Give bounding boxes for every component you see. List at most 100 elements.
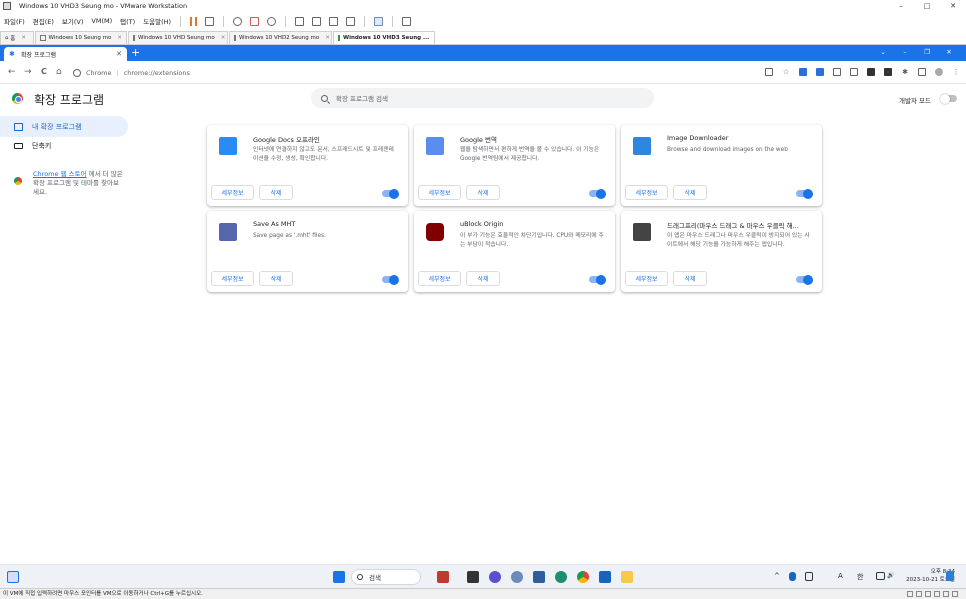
reload-button[interactable]: C xyxy=(41,67,47,77)
menu-view[interactable]: 보기(V) xyxy=(58,16,87,26)
network-adapter-icon[interactable] xyxy=(925,591,931,597)
thumbnail-view-icon[interactable] xyxy=(312,16,322,26)
save-as-mht-icon[interactable] xyxy=(833,68,841,76)
notification-icon[interactable] xyxy=(946,571,954,581)
url-text[interactable]: chrome://extensions xyxy=(124,69,190,77)
details-button[interactable]: 세부정보 xyxy=(211,185,254,200)
home-button[interactable]: ⌂ xyxy=(56,67,62,77)
ime-mode-korean[interactable]: 한 xyxy=(857,572,863,582)
sound-icon[interactable] xyxy=(943,591,949,597)
enable-toggle[interactable] xyxy=(796,188,813,199)
remove-button[interactable]: 삭제 xyxy=(673,271,707,286)
more-menu-icon[interactable]: ⋮ xyxy=(952,68,960,76)
details-button[interactable]: 세부정보 xyxy=(418,271,461,286)
remove-button[interactable]: 삭제 xyxy=(466,185,500,200)
vmware-tab-vm2[interactable]: Windows 10 VHD Seung mo ✕ xyxy=(128,31,228,44)
revert-snapshot-icon[interactable] xyxy=(250,16,260,26)
clipboard-icon[interactable] xyxy=(805,572,813,581)
store-icon[interactable] xyxy=(533,571,545,583)
menu-help[interactable]: 도움말(H) xyxy=(139,16,175,26)
details-button[interactable]: 세부정보 xyxy=(625,185,668,200)
google-translate-icon[interactable] xyxy=(799,68,807,76)
profile-avatar-icon[interactable] xyxy=(935,68,943,76)
menu-file[interactable]: 파일(F) xyxy=(0,16,29,26)
details-button[interactable]: 세부정보 xyxy=(625,271,668,286)
vmware-tab-home[interactable]: ⌂ 홈 ✕ xyxy=(0,31,34,44)
enable-toggle[interactable] xyxy=(382,274,399,285)
stretch-guest-icon[interactable] xyxy=(402,16,412,26)
console-view-icon[interactable] xyxy=(374,16,384,26)
chrome-tab-extensions[interactable]: ✱ 확장 프로그램 ✕ xyxy=(4,47,127,61)
maximize-button[interactable]: □ xyxy=(914,0,940,12)
menu-vm[interactable]: VM(M) xyxy=(87,17,116,25)
dragfree-icon[interactable] xyxy=(867,68,875,76)
minimize-button[interactable]: – xyxy=(888,0,914,12)
send-keys-icon[interactable] xyxy=(205,16,215,26)
chrome-icon[interactable] xyxy=(577,571,589,583)
close-button[interactable]: ✕ xyxy=(938,47,960,57)
web-store-link[interactable]: Chrome 웹 스토어 xyxy=(33,170,87,178)
file-explorer-icon[interactable] xyxy=(621,571,633,583)
colorful-app-icon[interactable] xyxy=(437,571,449,583)
restore-button[interactable]: ❐ xyxy=(916,47,938,57)
pause-icon[interactable] xyxy=(190,16,198,26)
start-icon[interactable] xyxy=(333,571,345,583)
volume-icon[interactable]: 🔊 xyxy=(887,572,894,579)
full-screen-icon[interactable] xyxy=(329,16,339,26)
remove-button[interactable]: 삭제 xyxy=(466,271,500,286)
network-icon[interactable] xyxy=(876,572,885,580)
display-icon[interactable] xyxy=(952,591,958,597)
ublock-icon[interactable] xyxy=(884,68,892,76)
details-button[interactable]: 세부정보 xyxy=(211,271,254,286)
edge-icon[interactable] xyxy=(555,571,567,583)
enable-toggle[interactable] xyxy=(589,274,606,285)
new-tab-button[interactable]: + xyxy=(131,47,140,59)
close-icon[interactable]: ✕ xyxy=(325,35,330,41)
unity-icon[interactable] xyxy=(346,16,356,26)
hdd-icon[interactable] xyxy=(907,591,913,597)
close-icon[interactable]: ✕ xyxy=(117,35,122,41)
taskbar-search[interactable]: 검색 xyxy=(351,569,421,585)
address-bar[interactable]: Chrome | chrome://extensions xyxy=(73,66,473,80)
vmware-tab-vm1[interactable]: Windows 10 Seung mo ✕ xyxy=(35,31,127,44)
feather-app-icon[interactable] xyxy=(599,571,611,583)
sidebar-item-my-extensions[interactable]: 내 확장 프로그램 xyxy=(0,116,128,137)
bluetooth-icon[interactable] xyxy=(789,572,796,581)
snapshot-icon[interactable] xyxy=(233,16,243,26)
side-panel-icon[interactable] xyxy=(918,68,926,76)
close-icon[interactable]: ✕ xyxy=(116,50,122,58)
image-downloader-icon[interactable] xyxy=(816,68,824,76)
details-button[interactable]: 세부정보 xyxy=(418,185,461,200)
bookmark-star-icon[interactable]: ☆ xyxy=(782,68,790,76)
close-icon[interactable]: ✕ xyxy=(221,35,226,41)
vmware-tab-vm4[interactable]: Windows 10 VHD3 Seung ...✕ xyxy=(333,31,435,44)
tray-chevron-icon[interactable]: ^ xyxy=(774,572,780,580)
close-icon[interactable]: ✕ xyxy=(21,35,26,41)
dev-mode-toggle[interactable] xyxy=(940,93,957,104)
ime-mode-a[interactable]: A xyxy=(838,572,843,580)
back-button[interactable]: ← xyxy=(8,67,16,77)
task-view-icon[interactable] xyxy=(467,571,479,583)
cdrom-icon[interactable] xyxy=(916,591,922,597)
forward-button[interactable]: → xyxy=(24,67,32,77)
remove-button[interactable]: 삭제 xyxy=(259,185,293,200)
remove-button[interactable]: 삭제 xyxy=(259,271,293,286)
minimize-button[interactable]: – xyxy=(894,47,916,57)
enable-toggle[interactable] xyxy=(382,188,399,199)
extensions-puzzle-icon[interactable]: ✱ xyxy=(901,68,909,76)
remove-button[interactable]: 삭제 xyxy=(673,185,707,200)
settings-gear-icon[interactable] xyxy=(511,571,523,583)
snapshot-manager-icon[interactable] xyxy=(267,16,277,26)
chat-icon[interactable] xyxy=(489,571,501,583)
widgets-icon[interactable] xyxy=(7,571,19,583)
menu-tabs[interactable]: 탭(T) xyxy=(116,16,139,26)
docs-offline-icon[interactable] xyxy=(850,68,858,76)
vmware-tab-vm3[interactable]: Windows 10 VHD2 Seung mo ✕ xyxy=(229,31,332,44)
search-extensions-input[interactable]: 확장 프로그램 검색 xyxy=(311,88,654,108)
enable-toggle[interactable] xyxy=(589,188,606,199)
library-view-icon[interactable] xyxy=(295,16,305,26)
close-button[interactable]: ✕ xyxy=(940,0,966,12)
menu-edit[interactable]: 편집(E) xyxy=(29,16,58,26)
usb-icon[interactable] xyxy=(934,591,940,597)
tab-search-button[interactable]: ⌄ xyxy=(872,47,894,57)
